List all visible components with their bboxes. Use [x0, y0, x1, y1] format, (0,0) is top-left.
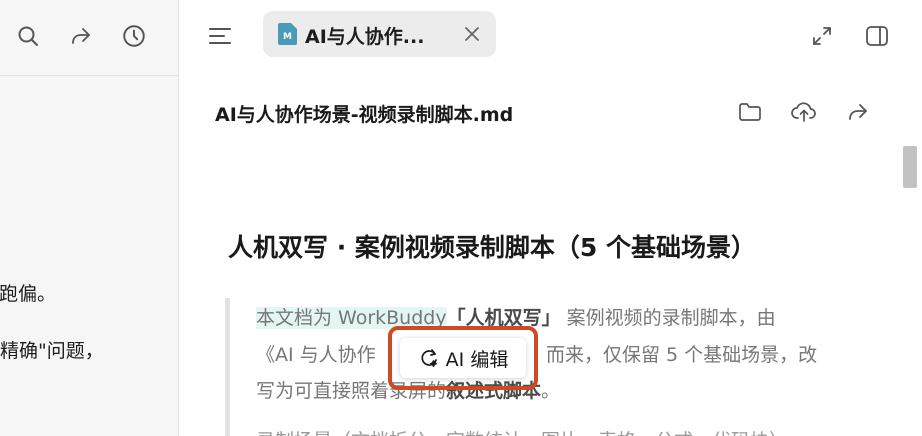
clock-icon[interactable] — [120, 22, 148, 50]
upload-icon[interactable] — [790, 98, 818, 126]
markdown-file-icon: M — [278, 23, 297, 45]
expand-icon[interactable] — [808, 22, 836, 50]
ai-edit-label: AI 编辑 — [445, 348, 509, 371]
text: 。 — [541, 380, 561, 402]
tab-title: AI与人协作... — [305, 26, 425, 48]
tab-active-document[interactable]: M AI与人协作... — [263, 11, 496, 57]
folder-icon[interactable] — [736, 98, 764, 126]
file-icon-letter: M — [283, 32, 292, 42]
ai-edit-button[interactable]: AI 编辑 — [400, 338, 526, 378]
left-text-line: 不精确"问题， — [0, 340, 104, 362]
document-heading: 人机双写 · 案例视频录制脚本（5 个基础场景） — [228, 233, 757, 262]
tab-bar: M AI与人协作... — [180, 0, 922, 72]
share-icon[interactable] — [844, 98, 872, 126]
blockquote-line: 《AI 与人协作 而来，仅保留 5 个基础场景，改 — [256, 340, 817, 367]
app-window: 生跑偏。 不精确"问题， M AI与人协作... — [0, 0, 922, 436]
document-filename: AI与人协作场景-视频录制脚本.md — [215, 104, 514, 126]
blockquote-bar — [225, 298, 230, 436]
ai-edit-highlight: AI 编辑 — [388, 326, 538, 390]
text: 而来，仅保留 5 个基础场景，改 — [546, 344, 818, 366]
left-panel: 生跑偏。 不精确"问题， — [0, 0, 179, 436]
document-header: AI与人协作场景-视频录制脚本.md — [180, 72, 922, 152]
close-icon[interactable] — [462, 24, 482, 44]
sidebar-toggle-icon[interactable] — [863, 22, 891, 50]
ai-edit-icon — [418, 347, 440, 369]
share-icon[interactable] — [67, 22, 95, 50]
menu-icon[interactable] — [206, 22, 234, 50]
editor-panel: M AI与人协作... AI与人协作场景-视频录制脚本.md 人机双写 · 案例… — [180, 0, 922, 436]
search-icon[interactable] — [14, 22, 42, 50]
left-toolbar — [0, 0, 178, 76]
text: 案例视频的录制脚本，由 — [560, 307, 776, 329]
scrollbar-thumb[interactable] — [903, 146, 917, 188]
left-text-line: 生跑偏。 — [0, 283, 57, 305]
blockquote-line: 录制场景（文档拆分、字数统计、图片、表格、公式、代码块） — [256, 426, 788, 436]
text: 《AI 与人协作 — [256, 344, 376, 366]
